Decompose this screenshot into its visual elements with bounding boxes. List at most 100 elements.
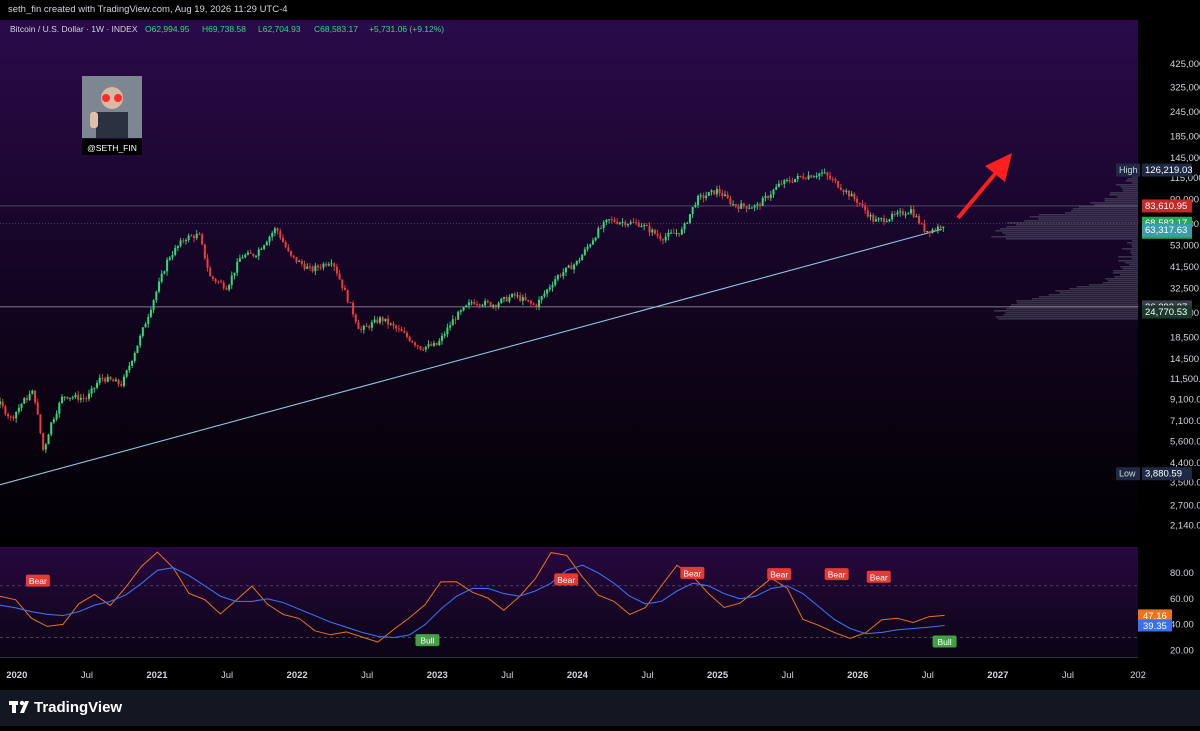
volume-profile-bar [1070, 210, 1138, 212]
candle-body [60, 396, 63, 403]
candle-body [648, 225, 651, 233]
price-chart[interactable]: Bitcoin / U.S. Dollar · 1W · INDEX O62,9… [0, 20, 1200, 690]
candle-body [176, 245, 179, 248]
candle-body [934, 229, 937, 231]
price-tick-label: 53,000.00 [1170, 241, 1200, 252]
candle-body [273, 228, 276, 234]
candle-body [144, 323, 147, 328]
candle-body [206, 258, 209, 268]
candle-body [845, 190, 848, 192]
candle-body [473, 302, 476, 305]
candle-body [740, 203, 743, 209]
candle-body [939, 226, 942, 229]
candle-body [357, 321, 360, 329]
candle-body [618, 222, 621, 224]
candle-body [909, 209, 912, 214]
candle-body [556, 275, 559, 280]
volume-profile-bar [1122, 188, 1138, 190]
candle-body [414, 342, 417, 346]
candle-body [651, 229, 654, 233]
time-tick-label: Jul [641, 670, 653, 681]
time-tick-label: 202 [1130, 670, 1146, 681]
time-tick-label: 2025 [707, 670, 729, 681]
candle-body [812, 176, 815, 178]
candle-body [217, 281, 220, 283]
candle-body [492, 305, 495, 307]
volume-profile-bar [1114, 276, 1138, 278]
candle-body [662, 239, 665, 241]
legend-change: +5,731.06 (+9.12%) [369, 24, 444, 34]
candle-body [901, 211, 904, 215]
price-tick-label: 185,000.00 [1170, 132, 1200, 143]
candle-body [513, 293, 516, 296]
candle-body [734, 204, 737, 207]
candle-body [82, 397, 85, 399]
candle-body [308, 266, 311, 268]
candle-body [750, 207, 753, 209]
volume-profile-bar [1006, 308, 1138, 310]
candle-body [149, 309, 152, 317]
candle-body [508, 297, 511, 302]
candle-body [397, 328, 400, 330]
tradingview-logo[interactable]: TradingView [0, 690, 200, 726]
candle-body [104, 378, 107, 382]
candle-body [918, 216, 921, 224]
candle-body [737, 206, 740, 209]
candle-body [249, 252, 252, 254]
candle-body [670, 232, 673, 234]
candle-body [481, 305, 484, 307]
volume-profile-bar [1122, 268, 1138, 270]
candle-body [306, 266, 309, 269]
candle-body [255, 255, 258, 257]
candle-body [365, 325, 368, 327]
candle-body [872, 214, 875, 222]
candle-body [923, 223, 926, 232]
candle-body [395, 325, 398, 329]
volume-profile-bar [1048, 294, 1138, 296]
time-tick-label: 2021 [146, 670, 168, 681]
price-tick-label: 14,500.00 [1170, 354, 1200, 365]
volume-profile-bar [995, 316, 1138, 318]
time-tick-label: 2026 [847, 670, 868, 681]
candle-body [325, 263, 328, 266]
rsi-signal-label: Bear [828, 570, 846, 580]
laser-eye-right [114, 94, 122, 102]
volume-profile-bar [1122, 190, 1138, 192]
price-tag-value: 63,317.63 [1145, 225, 1187, 236]
candle-body [643, 224, 646, 227]
volume-profile-bar [993, 310, 1138, 312]
candle-body [600, 228, 603, 230]
candle-body [802, 176, 805, 179]
chart-credit: seth_fin created with TradingView.com, A… [0, 0, 1200, 20]
candle-body [570, 265, 573, 270]
candle-body [936, 226, 939, 231]
candle-body [295, 257, 298, 262]
volume-profile-bar [1105, 278, 1138, 280]
candle-body [656, 233, 659, 236]
candle-body [44, 444, 47, 450]
candle-body [726, 194, 729, 199]
price-tag-value: 83,610.95 [1145, 201, 1187, 212]
price-tick-label: 145,000.00 [1170, 153, 1200, 164]
candle-body [578, 260, 581, 262]
candle-body [174, 247, 177, 256]
price-tick-label: 4,400.00 [1170, 458, 1200, 469]
candle-body [777, 183, 780, 187]
volume-profile-bar [1102, 282, 1138, 284]
candle-body [497, 303, 500, 307]
volume-profile-bar [1005, 234, 1138, 236]
candle-body [112, 379, 115, 382]
candle-body [462, 307, 465, 311]
candle-body [907, 213, 910, 215]
candle-body [505, 297, 508, 302]
price-tag-value: 126,219.03 [1145, 165, 1193, 176]
candle-body [446, 327, 449, 335]
candle-body [422, 349, 425, 351]
candle-body [303, 264, 306, 269]
price-tick-label: 2,700.00 [1170, 500, 1200, 511]
candle-body [847, 190, 850, 197]
candle-body [74, 394, 77, 398]
rsi-signal-label: Bear [683, 568, 701, 578]
candle-body [214, 278, 217, 282]
candle-body [52, 419, 55, 423]
